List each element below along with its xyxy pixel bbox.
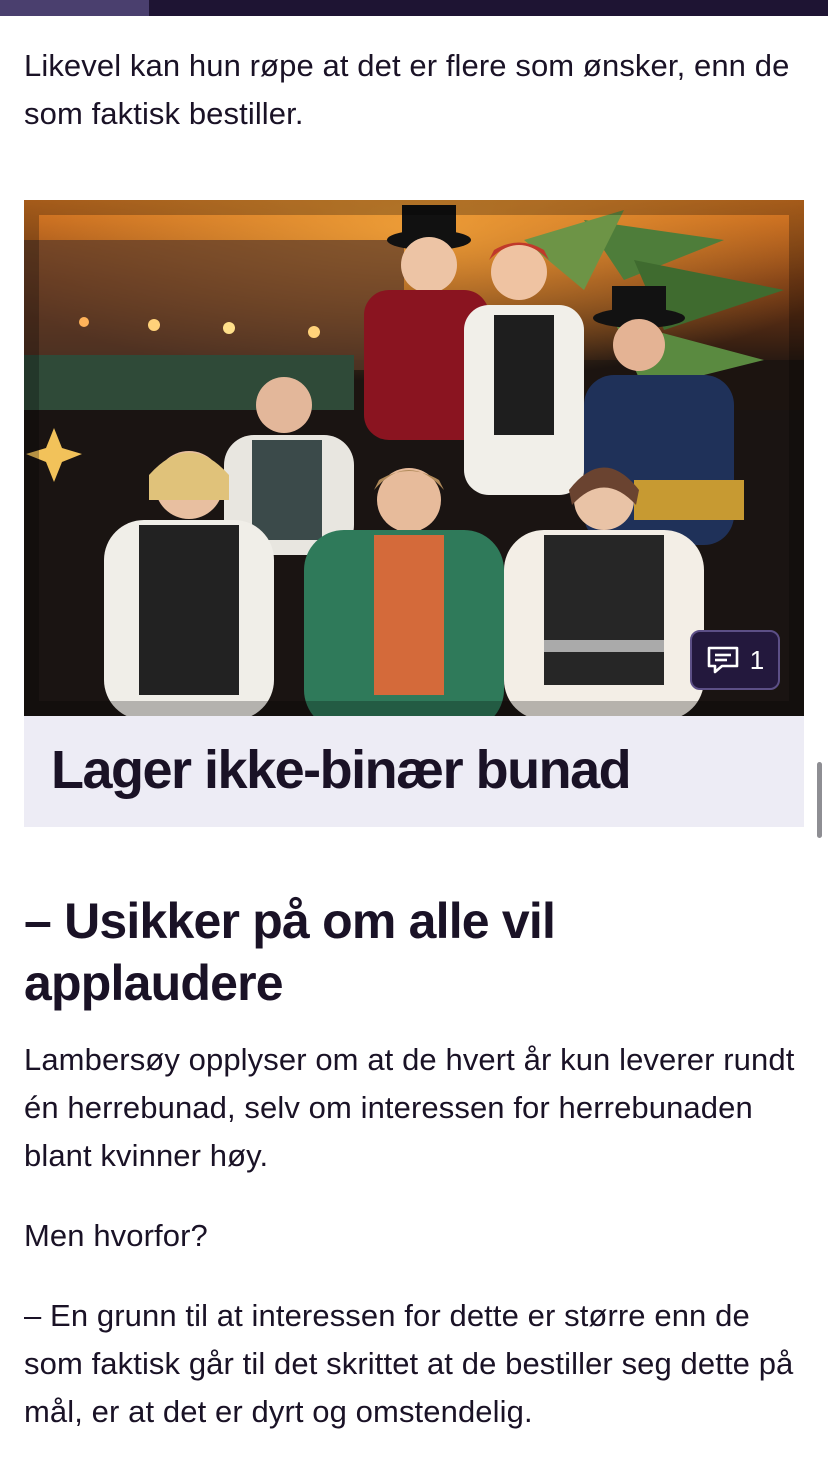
section-heading: – Usikker på om alle vil applaudere [24, 893, 556, 1011]
intro-paragraph: Likevel kan hun røpe at det er flere som… [24, 48, 790, 131]
reading-progress-bar [0, 0, 828, 16]
body-paragraph-2: Men hvorfor? [24, 1218, 208, 1253]
body-paragraph-3: – En grunn til at interessen for dette e… [24, 1298, 794, 1429]
comment-count: 1 [749, 644, 765, 675]
group-photo-illustration [24, 200, 804, 716]
scrollbar-thumb[interactable] [817, 762, 822, 838]
comment-count-badge[interactable]: 1 [690, 630, 780, 690]
article-teaser-card[interactable]: 1 Lager ikke-binær bunad [24, 200, 804, 827]
teaser-photo: 1 [24, 200, 804, 716]
body-paragraph-1: Lambersøy opplyser om at de hvert år kun… [24, 1042, 795, 1173]
teaser-caption: Lager ikke-binær bunad [24, 716, 804, 827]
comment-icon [707, 646, 739, 674]
reading-progress-fill [0, 0, 150, 16]
teaser-title: Lager ikke-binær bunad [51, 740, 632, 800]
